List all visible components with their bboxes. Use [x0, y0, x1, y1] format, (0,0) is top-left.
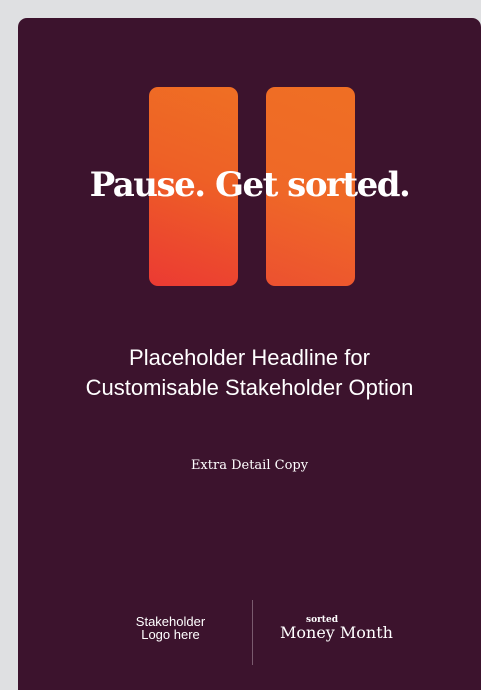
stakeholder-logo-placeholder: Stakeholder Logo here — [118, 615, 223, 641]
brand-big-text: Money Month — [280, 623, 393, 642]
headline-line-1: Placeholder Headline for — [129, 345, 370, 370]
poster: Pause. Get sorted. Placeholder Headline … — [18, 18, 481, 690]
page: Pause. Get sorted. Placeholder Headline … — [0, 0, 481, 690]
headline-line-2: Customisable Stakeholder Option — [85, 375, 414, 400]
tagline: Pause. Get sorted. — [89, 165, 411, 205]
extra-detail-copy: Extra Detail Copy — [190, 458, 309, 473]
stakeholder-logo-line-2: Logo here — [141, 627, 200, 642]
headline: Placeholder Headline for Customisable St… — [18, 343, 481, 403]
logo-divider — [252, 600, 253, 665]
